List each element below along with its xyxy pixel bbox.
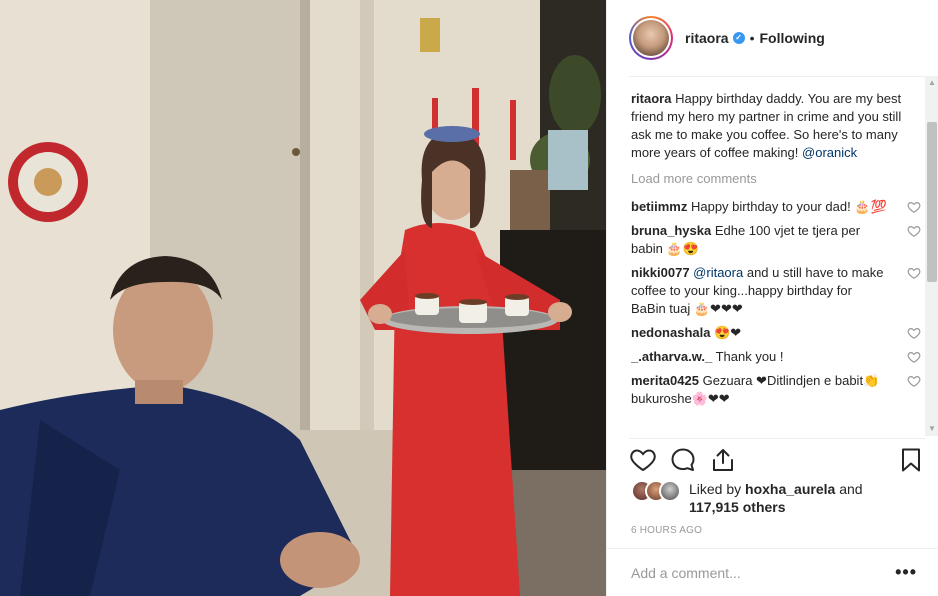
heart-small-icon[interactable] <box>907 326 921 340</box>
post-photo[interactable] <box>0 0 606 596</box>
post-timestamp[interactable]: 6 HOURS AGO <box>631 525 702 536</box>
header-username[interactable]: ritaora <box>685 30 729 46</box>
add-comment-input[interactable] <box>631 564 881 581</box>
comment-text: 😍❤ <box>714 325 742 340</box>
liker-avatars <box>631 480 685 502</box>
verified-badge-icon <box>732 32 745 44</box>
comment-text: Happy birthday to your dad! 🎂💯 <box>690 199 887 214</box>
comment-username[interactable]: nikki0077 <box>631 265 690 280</box>
avatar-image <box>633 20 669 56</box>
comment-item: _.atharva.w._ Thank you ! <box>631 348 921 366</box>
post-caption: ritaora Happy birthday daddy. You are my… <box>631 90 921 162</box>
likes-text: Liked by hoxha_aurela and 117,915 others <box>689 480 863 516</box>
comment-username[interactable]: nedonashala <box>631 325 710 340</box>
liked-by-user-link[interactable]: hoxha_aurela <box>745 481 835 497</box>
likes-count-link[interactable]: 117,915 others <box>689 499 786 515</box>
share-icon[interactable] <box>709 446 737 474</box>
comment-icon[interactable] <box>669 446 697 474</box>
comment-item: betiimmz Happy birthday to your dad! 🎂💯 <box>631 198 921 216</box>
comment-item: merita0425 Gezuara ❤Ditlindjen e babit👏b… <box>631 372 921 408</box>
post-header: ritaora • Following <box>607 0 938 76</box>
scroll-up-arrow-icon[interactable]: ▲ <box>925 76 938 90</box>
comment-username[interactable]: merita0425 <box>631 373 699 388</box>
more-options-icon[interactable]: ••• <box>895 563 917 581</box>
comment-username[interactable]: _.atharva.w._ <box>631 349 712 364</box>
liked-by-and: and <box>839 481 863 497</box>
heart-icon[interactable] <box>629 446 657 474</box>
header-divider <box>629 76 925 77</box>
header-separator: • <box>749 30 755 46</box>
photo-illustration <box>0 0 606 596</box>
heart-small-icon[interactable] <box>907 224 921 238</box>
comment-text: Thank you ! <box>715 349 784 364</box>
profile-avatar[interactable] <box>629 16 673 60</box>
comment-item: nedonashala 😍❤ <box>631 324 921 342</box>
caption-mention-link[interactable]: @oranick <box>802 145 857 160</box>
liked-by-prefix: Liked by <box>689 481 742 497</box>
comments-scrollbar[interactable]: ▲ ▼ <box>925 76 938 436</box>
comment-item: nikki0077 @ritaora and u still have to m… <box>631 264 921 318</box>
scrollbar-thumb[interactable] <box>927 122 937 282</box>
bookmark-icon[interactable] <box>897 446 925 474</box>
avatar-inner-ring <box>631 18 671 58</box>
following-button[interactable]: Following <box>759 30 824 46</box>
post-side-panel: ritaora • Following ritaora Happy birthd… <box>606 0 938 596</box>
heart-small-icon[interactable] <box>907 350 921 364</box>
add-comment-bar: ••• <box>607 548 938 596</box>
comment-username[interactable]: bruna_hyska <box>631 223 711 238</box>
caption-username[interactable]: ritaora <box>631 91 671 106</box>
load-more-comments-button[interactable]: Load more comments <box>631 170 921 188</box>
heart-small-icon[interactable] <box>907 374 921 388</box>
comment-item: bruna_hyska Edhe 100 vjet te tjera per b… <box>631 222 921 258</box>
caption-text: Happy birthday daddy. You are my best fr… <box>631 91 902 160</box>
comment-username[interactable]: betiimmz <box>631 199 687 214</box>
actions-divider <box>629 438 925 439</box>
post-actions <box>629 446 925 474</box>
likes-summary: Liked by hoxha_aurela and 117,915 others <box>631 480 921 520</box>
scroll-down-arrow-icon[interactable]: ▼ <box>925 422 938 436</box>
heart-small-icon[interactable] <box>907 200 921 214</box>
heart-small-icon[interactable] <box>907 266 921 280</box>
comment-mention-link[interactable]: @ritaora <box>693 265 743 280</box>
liker-avatar[interactable] <box>659 480 681 502</box>
comments-list: ritaora Happy birthday daddy. You are my… <box>631 90 921 438</box>
